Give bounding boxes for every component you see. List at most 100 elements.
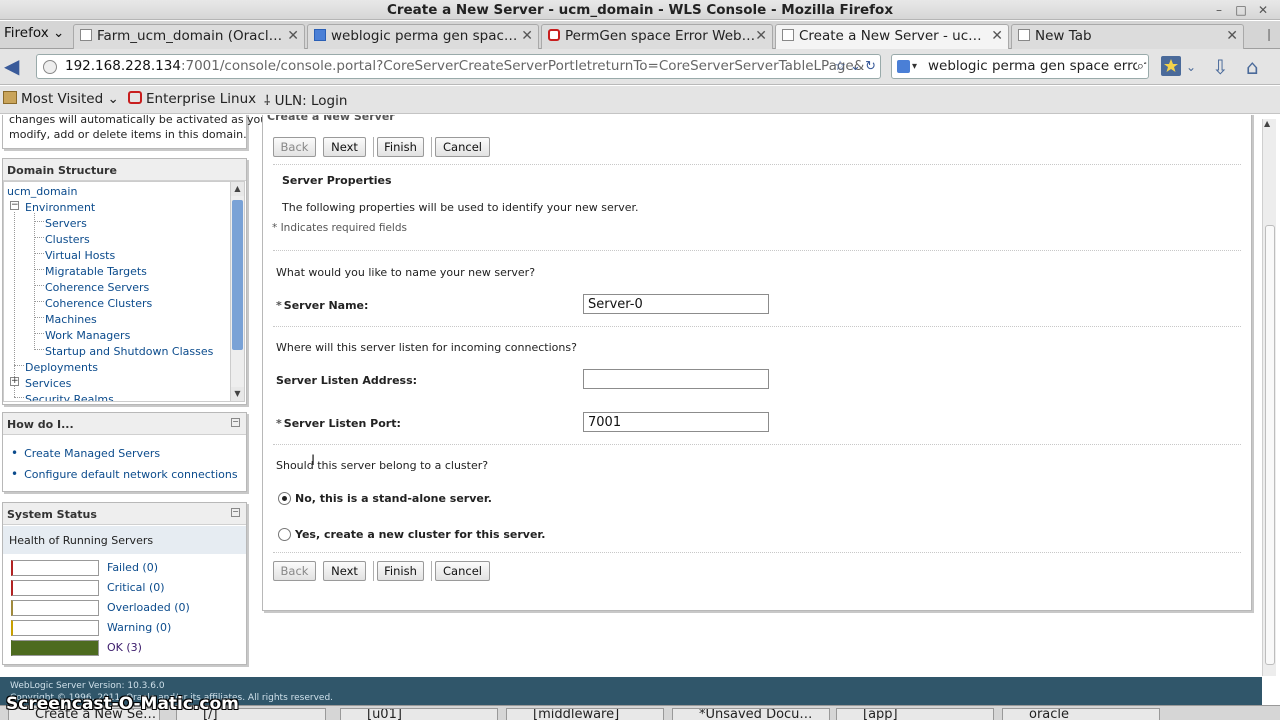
window-titlebar: Create a New Server - ucm_domain - WLS C…	[0, 0, 1280, 20]
tree-item-migratable-targets[interactable]: Migratable Targets	[45, 265, 147, 278]
page-content: changes will automatically be activated …	[0, 115, 1280, 677]
search-input[interactable]: ▾ weblogic perma gen space error ⌕	[891, 54, 1149, 79]
tree-item-clusters[interactable]: Clusters	[45, 233, 90, 246]
scroll-thumb[interactable]	[232, 200, 243, 350]
new-cluster-radio-label[interactable]: Yes, create a new cluster for this serve…	[295, 528, 545, 541]
collapse-icon[interactable]: −	[10, 201, 19, 210]
download-arrow-icon[interactable]: ⇩	[1212, 55, 1229, 79]
tree-item-startup-shutdown[interactable]: Startup and Shutdown Classes	[45, 345, 213, 358]
tree-item-services[interactable]: Services	[25, 377, 71, 390]
tab-weblogic-search[interactable]: weblogic perma gen spac… ✕	[307, 24, 539, 49]
panel-title: Domain Structure	[3, 159, 246, 181]
taskbar-item[interactable]: [middleware]	[506, 708, 664, 720]
close-tab-icon[interactable]: ✕	[521, 28, 533, 44]
taskbar-item[interactable]: *Unsaved Docu…	[672, 708, 830, 720]
minimize-panel-icon[interactable]: −	[231, 418, 240, 427]
tree-item-machines[interactable]: Machines	[45, 313, 97, 326]
tab-permgen-error[interactable]: PermGen space Error Web… ✕	[541, 24, 773, 49]
listen-port-field[interactable]	[583, 412, 769, 432]
page-scrollbar[interactable]: ▲	[1262, 119, 1276, 676]
health-row-link[interactable]: Failed (0)	[107, 561, 158, 574]
health-row-link[interactable]: OK (3)	[107, 641, 142, 654]
chevron-down-icon: ⌄	[107, 91, 119, 107]
health-row-link[interactable]: Critical (0)	[107, 581, 165, 594]
close-tab-icon[interactable]: ✕	[287, 28, 299, 44]
chevron-down-icon[interactable]: ▾	[912, 55, 917, 78]
health-bar	[11, 600, 99, 616]
create-server-panel: Create a New Server Back Next Finish Can…	[262, 115, 1252, 611]
text-cursor-icon: I	[311, 453, 316, 469]
home-icon[interactable]: ⌂	[1246, 55, 1259, 79]
taskbar-item[interactable]: oracle	[1002, 708, 1160, 720]
taskbar-item[interactable]: [app]	[836, 708, 994, 720]
minimize-panel-icon[interactable]: −	[231, 508, 240, 517]
scroll-thumb[interactable]	[1265, 225, 1275, 665]
standalone-radio[interactable]	[278, 492, 291, 505]
back-button-bottom[interactable]: Back	[273, 561, 316, 581]
bookmarks-star-icon[interactable]	[1160, 55, 1184, 82]
url-path: :7001/console/console.portal?CoreServerC…	[180, 58, 865, 74]
bookmark-uln-login[interactable]: ⸸ ULN: Login	[264, 91, 347, 109]
cancel-button[interactable]: Cancel	[435, 137, 490, 157]
link-icon: ⸸	[264, 93, 275, 109]
chevron-down-icon: ⌄	[52, 25, 65, 41]
page-icon	[80, 29, 92, 41]
bookmark-enterprise-linux[interactable]: Enterprise Linux	[128, 91, 256, 107]
taskbar-item[interactable]: [u01]	[340, 708, 498, 720]
close-tab-icon[interactable]: ✕	[991, 28, 1003, 44]
create-managed-servers-link[interactable]: Create Managed Servers	[24, 447, 160, 460]
tree-item-deployments[interactable]: Deployments	[25, 361, 98, 374]
tree-item-coherence-servers[interactable]: Coherence Servers	[45, 281, 149, 294]
page-icon	[782, 29, 794, 41]
tree-item-virtual-hosts[interactable]: Virtual Hosts	[45, 249, 115, 262]
close-window-button[interactable]: ✕	[1252, 0, 1274, 20]
back-button[interactable]: Back	[273, 137, 316, 157]
search-binoculars-icon[interactable]: ⌕	[1136, 55, 1144, 78]
server-name-field[interactable]	[583, 294, 769, 314]
tab-list-icon[interactable]: ❘	[1264, 27, 1274, 41]
next-button-bottom[interactable]: Next	[323, 561, 366, 581]
tree-item-work-managers[interactable]: Work Managers	[45, 329, 130, 342]
dropdown-icon[interactable]: ⌄	[850, 59, 861, 74]
expand-icon[interactable]: +	[10, 377, 19, 386]
tab-create-new-server[interactable]: Create a New Server - uc… ✕	[775, 24, 1009, 49]
tree-item-environment[interactable]: Environment	[25, 201, 95, 214]
tree-item-servers[interactable]: Servers	[45, 217, 87, 230]
scroll-down-icon[interactable]: ▼	[231, 387, 244, 401]
star-bookmark-icon[interactable]: ☆	[834, 59, 846, 74]
change-center-text: modify, add or delete items in this doma…	[9, 128, 247, 141]
change-center-panel: changes will automatically be activated …	[2, 115, 267, 149]
tree-item-security-realms[interactable]: Security Realms	[25, 393, 114, 401]
cancel-button-bottom[interactable]: Cancel	[435, 561, 490, 581]
bookmark-most-visited[interactable]: Most Visited ⌄	[3, 91, 119, 107]
configure-network-connections-link[interactable]: Configure default network connections	[24, 468, 238, 481]
firefox-menu-button[interactable]: Firefox ⌄	[4, 25, 64, 41]
close-tab-icon[interactable]: ✕	[755, 28, 767, 44]
chevron-down-icon[interactable]: ⌄	[1186, 55, 1196, 79]
url-bar[interactable]: 192.168.228.134:7001/console/console.por…	[36, 54, 881, 79]
tree-item-coherence-clusters[interactable]: Coherence Clusters	[45, 297, 152, 310]
health-row-link[interactable]: Warning (0)	[107, 621, 171, 634]
finish-button-bottom[interactable]: Finish	[377, 561, 424, 581]
standalone-radio-label[interactable]: No, this is a stand-alone server.	[295, 492, 492, 505]
section-title: Server Properties	[282, 174, 392, 187]
maximize-button[interactable]: □	[1230, 0, 1252, 20]
next-button[interactable]: Next	[323, 137, 366, 157]
tree-item-ucm-domain[interactable]: ucm_domain	[7, 185, 77, 198]
page-icon	[1018, 29, 1030, 41]
finish-button[interactable]: Finish	[377, 137, 424, 157]
screencast-watermark: Screencast-O-Matic.com	[6, 694, 239, 714]
tab-farm-ucm-domain[interactable]: Farm_ucm_domain (Oracl… ✕	[73, 24, 305, 49]
tab-new-tab[interactable]: New Tab ✕	[1011, 24, 1244, 49]
reload-icon[interactable]: ↻	[865, 59, 876, 74]
domain-tree: ucm_domain − Environment Servers Cluster…	[3, 181, 245, 402]
scroll-up-icon[interactable]: ▲	[231, 182, 244, 196]
new-cluster-radio[interactable]	[278, 528, 291, 541]
close-tab-icon[interactable]: ✕	[1226, 28, 1238, 44]
tree-scrollbar[interactable]: ▲ ▼	[230, 182, 244, 401]
back-arrow-icon[interactable]: ◀	[4, 55, 28, 79]
health-row-link[interactable]: Overloaded (0)	[107, 601, 190, 614]
scroll-up-icon[interactable]: ▲	[1264, 119, 1270, 128]
listen-address-field[interactable]	[583, 369, 769, 389]
minimize-button[interactable]: –	[1208, 0, 1230, 20]
